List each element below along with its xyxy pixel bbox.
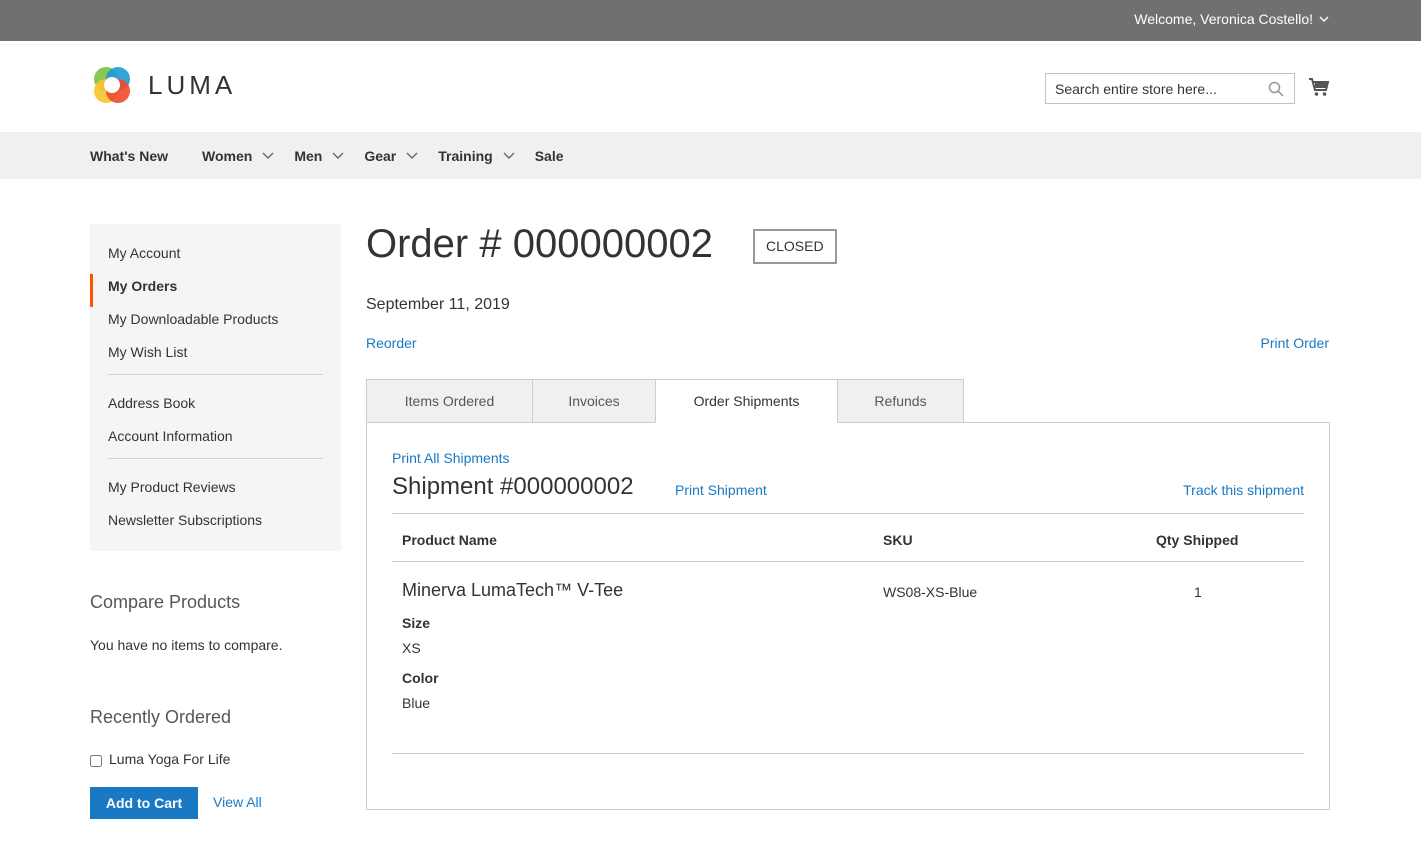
- welcome-text: Welcome, Veronica Costello!: [1134, 11, 1313, 27]
- sidebar-item-my-account[interactable]: My Account: [90, 241, 341, 274]
- reorder-link[interactable]: Reorder: [366, 335, 417, 351]
- order-tabs: Items Ordered Invoices Order Shipments R…: [366, 379, 964, 423]
- qty-shipped: 1: [1194, 584, 1202, 600]
- compare-empty-text: You have no items to compare.: [90, 637, 283, 653]
- recent-item-name[interactable]: Luma Yoga For Life: [109, 751, 230, 767]
- table-top-border: [392, 513, 1304, 514]
- recent-item: Luma Yoga For Life: [90, 751, 230, 767]
- chevron-down-icon: [406, 152, 418, 159]
- nav-item-label: Men: [294, 147, 323, 164]
- option-value-size: XS: [402, 640, 421, 656]
- sidebar-item-account-information[interactable]: Account Information: [90, 424, 341, 457]
- header: LUMA: [0, 41, 1421, 132]
- shipment-title: Shipment #000000002: [392, 473, 634, 500]
- chevron-down-icon: [1319, 16, 1329, 22]
- cart-icon[interactable]: [1308, 76, 1330, 98]
- print-all-shipments-link[interactable]: Print All Shipments: [392, 450, 510, 466]
- status-badge: Closed: [753, 229, 837, 264]
- table-bottom-border: [392, 753, 1304, 754]
- sidebar-item-newsletter[interactable]: Newsletter Subscriptions: [90, 508, 341, 541]
- sidebar-item-product-reviews[interactable]: My Product Reviews: [90, 475, 341, 508]
- nav-item-gear[interactable]: Gear: [364, 148, 418, 164]
- tab-invoices[interactable]: Invoices: [532, 379, 656, 423]
- nav-item-label: Sale: [534, 147, 564, 164]
- nav-item-label: Women: [202, 147, 253, 164]
- column-header-qty-shipped: Qty Shipped: [1156, 532, 1239, 548]
- main-navigation: What's New Women Men Gear Training Sale: [0, 132, 1421, 179]
- view-all-link[interactable]: View All: [213, 794, 262, 810]
- product-sku: WS08-XS-Blue: [883, 584, 978, 600]
- sidebar-item-wish-list[interactable]: My Wish List: [90, 340, 341, 373]
- nav-item-sale[interactable]: Sale: [535, 148, 564, 164]
- print-shipment-link[interactable]: Print Shipment: [675, 482, 767, 498]
- chevron-down-icon: [332, 152, 344, 159]
- nav-item-whats-new[interactable]: What's New: [90, 148, 168, 164]
- luma-logo-icon: [94, 67, 130, 103]
- search-box: [1045, 73, 1295, 104]
- nav-item-label: Gear: [364, 147, 397, 164]
- nav-item-women[interactable]: Women: [202, 148, 274, 164]
- column-header-sku: SKU: [883, 532, 913, 548]
- sidebar-item-address-book[interactable]: Address Book: [90, 391, 341, 424]
- product-name: Minerva LumaTech™ V-Tee: [402, 580, 624, 600]
- search-input[interactable]: [1046, 74, 1256, 103]
- sidebar-divider: [108, 374, 323, 375]
- nav-item-label: Training: [438, 147, 493, 164]
- account-sidebar: My Account My Orders My Downloadable Pro…: [90, 224, 341, 551]
- option-label-color: Color: [402, 670, 439, 686]
- table-header-divider: [392, 561, 1304, 562]
- chevron-down-icon: [262, 152, 274, 159]
- sidebar-item-my-orders[interactable]: My Orders: [90, 274, 341, 307]
- shipments-panel: Print All Shipments Shipment #000000002 …: [366, 422, 1330, 810]
- sidebar-item-downloadable-products[interactable]: My Downloadable Products: [90, 307, 341, 340]
- search-icon[interactable]: [1268, 81, 1284, 97]
- tab-refunds[interactable]: Refunds: [837, 379, 964, 423]
- tab-order-shipments[interactable]: Order Shipments: [655, 379, 838, 423]
- logo-text: LUMA: [148, 69, 237, 100]
- sidebar-divider: [108, 458, 323, 459]
- nav-item-label: What's New: [90, 147, 169, 164]
- tab-items-ordered[interactable]: Items Ordered: [366, 379, 533, 423]
- chevron-down-icon: [503, 152, 515, 159]
- add-to-cart-button[interactable]: Add to Cart: [90, 787, 198, 819]
- option-value-color: Blue: [402, 695, 431, 711]
- nav-item-men[interactable]: Men: [294, 148, 344, 164]
- print-order-link[interactable]: Print Order: [1261, 335, 1329, 351]
- recently-ordered-title: Recently Ordered: [90, 707, 232, 727]
- option-label-size: Size: [402, 615, 431, 631]
- order-date: September 11, 2019: [366, 296, 510, 313]
- customer-menu[interactable]: Welcome, Veronica Costello!: [1134, 11, 1329, 27]
- logo[interactable]: LUMA: [90, 63, 236, 107]
- page-title: Order # 000000002: [366, 222, 713, 266]
- nav-item-training[interactable]: Training: [438, 147, 515, 164]
- recent-item-checkbox[interactable]: [90, 754, 102, 767]
- track-shipment-link[interactable]: Track this shipment: [1183, 482, 1304, 498]
- compare-products-title: Compare Products: [90, 592, 241, 612]
- column-header-product-name: Product Name: [402, 532, 497, 548]
- top-bar: Welcome, Veronica Costello!: [0, 0, 1421, 41]
